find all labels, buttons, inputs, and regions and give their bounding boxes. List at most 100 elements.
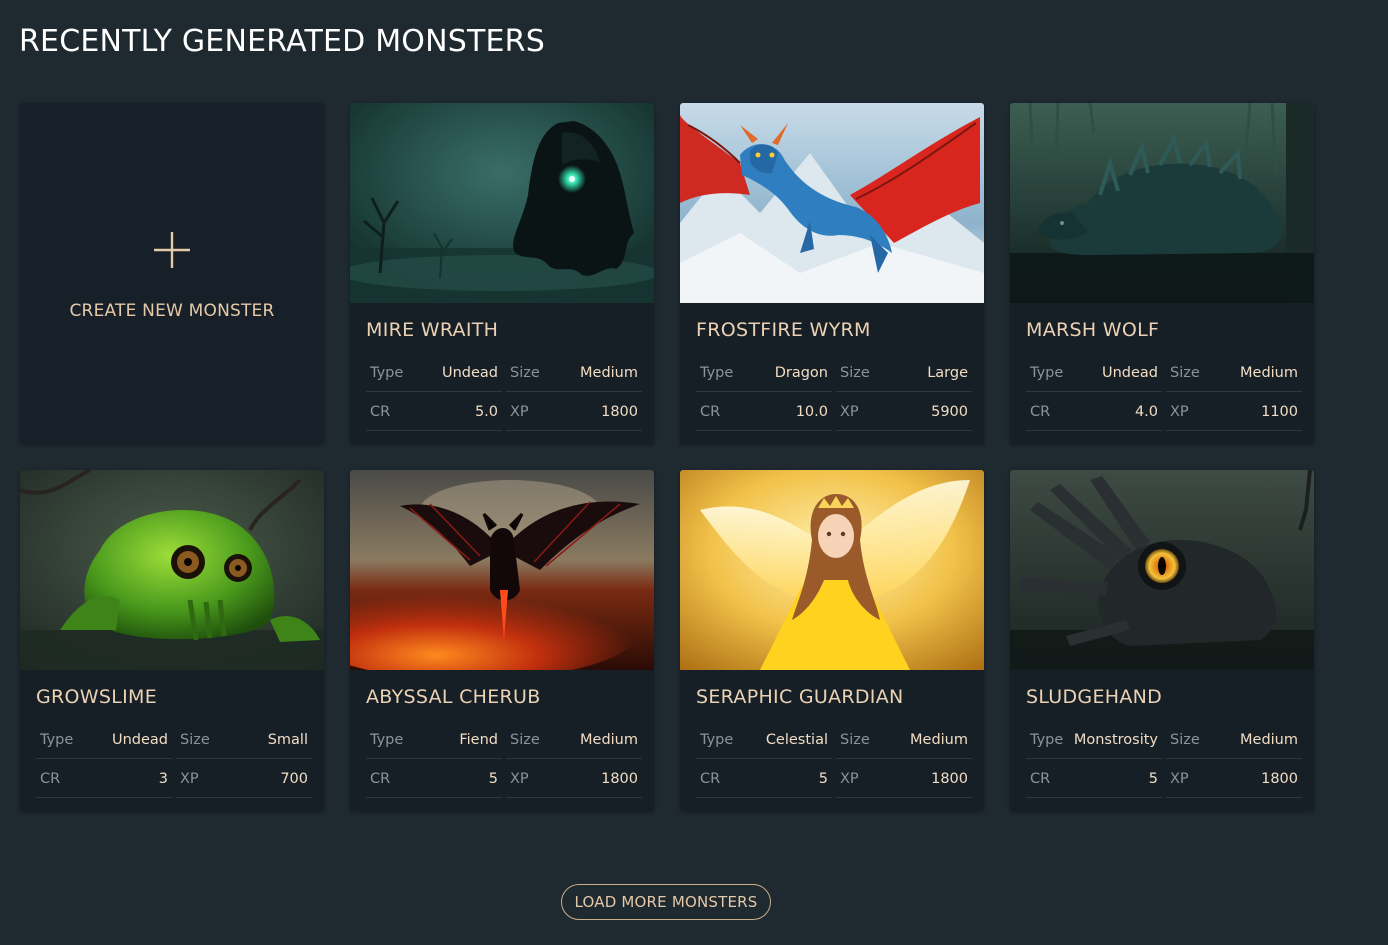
stat-cr: CR 3 (36, 760, 172, 798)
monster-name: FROSTFIRE WYRM (696, 319, 871, 341)
stat-xp: XP 1800 (836, 760, 972, 798)
monster-name: GROWSLIME (36, 686, 158, 708)
growslime-image (20, 470, 324, 670)
stat-value: Undead (441, 364, 498, 381)
stat-value: 5.0 (474, 403, 498, 420)
card-body: MIRE WRAITH Type Undead Size Medium CR 5.0 … (350, 319, 654, 431)
stat-label: XP (180, 770, 199, 787)
monster-card[interactable]: SLUDGEHAND Type Monstrosity Size Medium CR… (1010, 470, 1314, 811)
stat-type: Type Dragon (696, 354, 832, 392)
stat-size: Size Medium (506, 354, 642, 392)
stat-value: 1800 (601, 403, 638, 420)
stat-size: Size Medium (1166, 721, 1302, 759)
monster-name: MIRE WRAITH (366, 319, 499, 341)
stat-label: XP (510, 403, 529, 420)
stat-label: Type (370, 731, 404, 748)
stat-xp: XP 1800 (1166, 760, 1302, 798)
stat-label: Type (700, 364, 734, 381)
stat-label: Size (1170, 731, 1200, 748)
stat-size: Size Medium (506, 721, 642, 759)
monster-grid: CREATE NEW MONSTER MIRE WRAITH Type Unde… (20, 103, 1314, 811)
stat-label: CR (1030, 403, 1051, 420)
stat-label: XP (840, 403, 859, 420)
stat-xp: XP 700 (176, 760, 312, 798)
stat-label: CR (370, 770, 391, 787)
stat-label: Size (510, 364, 540, 381)
stat-cr: CR 5 (696, 760, 832, 798)
seraphic-guardian-image (680, 470, 984, 670)
stat-type: Type Monstrosity (1026, 721, 1162, 759)
stat-value: 1800 (1261, 770, 1298, 787)
stat-value: Medium (580, 731, 638, 748)
page: RECENTLY GENERATED MONSTERS CREATE NEW M… (0, 0, 1388, 945)
stat-label: XP (1170, 770, 1189, 787)
plus-icon (154, 232, 190, 268)
stat-cr: CR 4.0 (1026, 393, 1162, 431)
mire-wraith-image (350, 103, 654, 303)
stat-label: CR (370, 403, 391, 420)
stat-value: 1800 (931, 770, 968, 787)
stat-label: Size (1170, 364, 1200, 381)
monster-stats: Type Dragon Size Large CR 10.0 XP 5900 (696, 353, 972, 431)
stat-cr: CR 5.0 (366, 393, 502, 431)
stat-value: Large (927, 364, 968, 381)
stat-value: 1800 (601, 770, 638, 787)
monster-stats: Type Monstrosity Size Medium CR 5 XP 1800 (1026, 720, 1302, 798)
abyssal-cherub-image (350, 470, 654, 670)
monster-name: ABYSSAL CHERUB (366, 686, 541, 708)
stat-value: 1100 (1261, 403, 1298, 420)
monster-card[interactable]: GROWSLIME Type Undead Size Small CR 3 XP 700 (20, 470, 324, 811)
monster-card[interactable]: MARSH WOLF Type Undead Size Medium CR 4.0 X… (1010, 103, 1314, 444)
stat-label: CR (700, 770, 721, 787)
stat-value: 5 (818, 770, 828, 787)
card-body: SLUDGEHAND Type Monstrosity Size Medium CR… (1010, 686, 1314, 798)
stat-value: 5 (1148, 770, 1158, 787)
stat-value: Medium (1240, 364, 1298, 381)
card-body: SERAPHIC GUARDIAN Type Celestial Size Medi… (680, 686, 984, 798)
stat-type: Type Fiend (366, 721, 502, 759)
stat-label: Size (510, 731, 540, 748)
stat-label: XP (1170, 403, 1189, 420)
stat-value: 3 (158, 770, 168, 787)
stat-label: CR (1030, 770, 1051, 787)
stat-label: CR (700, 403, 721, 420)
monster-stats: Type Celestial Size Medium CR 5 XP 1800 (696, 720, 972, 798)
monster-card[interactable]: FROSTFIRE WYRM Type Dragon Size Large CR 10… (680, 103, 984, 444)
stat-value: Fiend (459, 731, 498, 748)
stat-label: Type (700, 731, 734, 748)
stat-type: Type Undead (36, 721, 172, 759)
monster-stats: Type Fiend Size Medium CR 5 XP 1800 (366, 720, 642, 798)
stat-label: Size (840, 731, 870, 748)
stat-label: Type (40, 731, 74, 748)
stat-size: Size Medium (1166, 354, 1302, 392)
card-body: FROSTFIRE WYRM Type Dragon Size Large CR 10… (680, 319, 984, 431)
create-new-monster-card[interactable]: CREATE NEW MONSTER (20, 103, 324, 444)
stat-cr: CR 5 (1026, 760, 1162, 798)
stat-value: Undead (111, 731, 168, 748)
monster-card[interactable]: SERAPHIC GUARDIAN Type Celestial Size Medi… (680, 470, 984, 811)
stat-label: Type (1030, 731, 1064, 748)
card-body: MARSH WOLF Type Undead Size Medium CR 4.0 X… (1010, 319, 1314, 431)
stat-value: 4.0 (1134, 403, 1158, 420)
monster-card[interactable]: ABYSSAL CHERUB Type Fiend Size Medium CR 5 … (350, 470, 654, 811)
load-more-button[interactable]: LOAD MORE MONSTERS (561, 884, 771, 920)
stat-type: Type Undead (366, 354, 502, 392)
stat-label: CR (40, 770, 61, 787)
stat-value: Celestial (765, 731, 828, 748)
monster-stats: Type Undead Size Small CR 3 XP 700 (36, 720, 312, 798)
stat-xp: XP 5900 (836, 393, 972, 431)
stat-cr: CR 5 (366, 760, 502, 798)
stat-value: Monstrosity (1073, 731, 1158, 748)
stat-value: 700 (280, 770, 308, 787)
monster-card[interactable]: MIRE WRAITH Type Undead Size Medium CR 5.0 … (350, 103, 654, 444)
stat-label: Type (1030, 364, 1064, 381)
stat-size: Size Large (836, 354, 972, 392)
stat-value: 5 (488, 770, 498, 787)
stat-value: 5900 (931, 403, 968, 420)
stat-label: Size (840, 364, 870, 381)
create-new-monster-label: CREATE NEW MONSTER (69, 301, 275, 321)
stat-value: 10.0 (795, 403, 828, 420)
sludgehand-image (1010, 470, 1314, 670)
frostfire-wyrm-image (680, 103, 984, 303)
monster-name: MARSH WOLF (1026, 319, 1160, 341)
